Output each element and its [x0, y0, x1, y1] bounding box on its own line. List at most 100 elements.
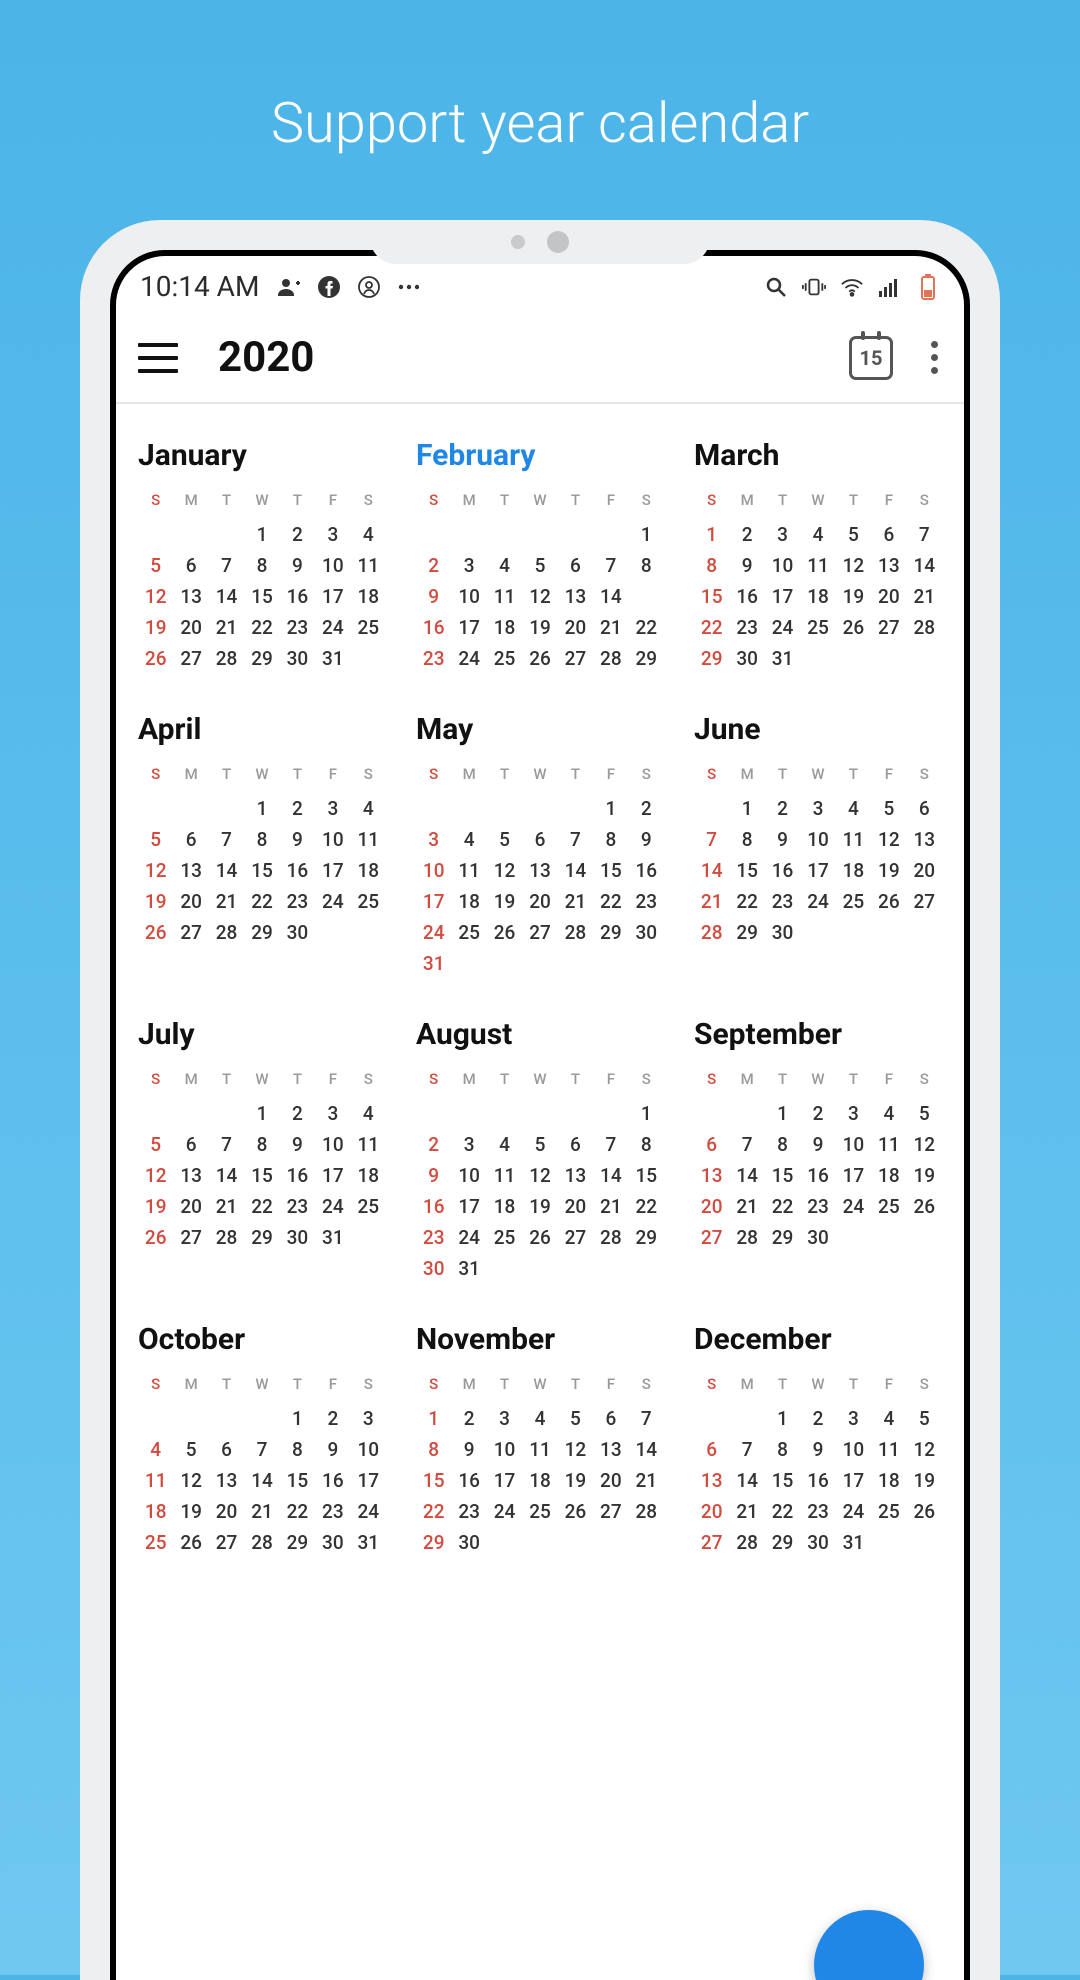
day-cell[interactable]: 9 — [416, 581, 451, 612]
day-cell[interactable]: 3 — [836, 1098, 871, 1129]
day-cell[interactable]: 21 — [209, 1191, 244, 1222]
day-cell[interactable]: 13 — [694, 1465, 729, 1496]
day-cell[interactable]: 26 — [487, 917, 522, 948]
day-cell[interactable]: 7 — [729, 1434, 764, 1465]
day-cell[interactable]: 2 — [629, 793, 664, 824]
day-cell[interactable]: 6 — [694, 1434, 729, 1465]
day-cell[interactable]: 29 — [593, 917, 628, 948]
day-cell[interactable]: 21 — [558, 886, 593, 917]
day-cell[interactable]: 16 — [629, 855, 664, 886]
day-cell[interactable]: 17 — [451, 1191, 486, 1222]
day-cell[interactable]: 26 — [138, 643, 173, 674]
day-cell[interactable]: 23 — [280, 612, 315, 643]
day-cell[interactable]: 24 — [836, 1496, 871, 1527]
day-cell[interactable]: 30 — [629, 917, 664, 948]
menu-icon[interactable] — [138, 343, 178, 373]
day-cell[interactable]: 1 — [280, 1403, 315, 1434]
day-cell[interactable]: 14 — [244, 1465, 279, 1496]
day-cell[interactable]: 22 — [765, 1496, 800, 1527]
day-cell[interactable]: 25 — [351, 612, 386, 643]
day-cell[interactable]: 16 — [315, 1465, 350, 1496]
day-cell[interactable]: 15 — [593, 855, 628, 886]
day-cell[interactable]: 27 — [907, 886, 942, 917]
day-cell[interactable]: 26 — [836, 612, 871, 643]
day-cell[interactable]: 22 — [280, 1496, 315, 1527]
day-cell[interactable]: 25 — [351, 886, 386, 917]
day-cell[interactable]: 29 — [765, 1222, 800, 1253]
day-cell[interactable]: 6 — [558, 1129, 593, 1160]
day-cell[interactable]: 22 — [694, 612, 729, 643]
day-cell[interactable]: 31 — [836, 1527, 871, 1558]
day-cell[interactable]: 9 — [416, 1160, 451, 1191]
month-block[interactable]: JulySMTWTFS00012345678910111213141516171… — [138, 1017, 386, 1284]
day-cell[interactable]: 12 — [487, 855, 522, 886]
day-cell[interactable]: 11 — [871, 1434, 906, 1465]
day-cell[interactable]: 4 — [138, 1434, 173, 1465]
day-cell[interactable]: 2 — [765, 793, 800, 824]
day-cell[interactable]: 22 — [593, 886, 628, 917]
day-cell[interactable]: 27 — [593, 1496, 628, 1527]
day-cell[interactable]: 14 — [209, 855, 244, 886]
day-cell[interactable]: 7 — [209, 824, 244, 855]
day-cell[interactable]: 9 — [765, 824, 800, 855]
day-cell[interactable]: 16 — [280, 855, 315, 886]
day-cell[interactable]: 6 — [173, 1129, 208, 1160]
day-cell[interactable]: 16 — [416, 612, 451, 643]
day-cell[interactable]: 21 — [593, 612, 628, 643]
day-cell[interactable]: 9 — [451, 1434, 486, 1465]
month-block[interactable]: DecemberSMTWTFS0012345678910111213141516… — [694, 1322, 942, 1558]
day-cell[interactable]: 20 — [522, 886, 557, 917]
day-cell[interactable]: 24 — [351, 1496, 386, 1527]
day-cell[interactable]: 19 — [138, 886, 173, 917]
day-cell[interactable]: 24 — [315, 612, 350, 643]
day-cell[interactable]: 8 — [694, 550, 729, 581]
day-cell[interactable]: 17 — [416, 886, 451, 917]
day-cell[interactable]: 22 — [629, 612, 664, 643]
day-cell[interactable]: 21 — [907, 581, 942, 612]
day-cell[interactable]: 16 — [800, 1160, 835, 1191]
day-cell[interactable]: 12 — [907, 1434, 942, 1465]
day-cell[interactable]: 28 — [209, 1222, 244, 1253]
day-cell[interactable]: 24 — [315, 886, 350, 917]
day-cell[interactable]: 2 — [800, 1098, 835, 1129]
day-cell[interactable]: 16 — [729, 581, 764, 612]
day-cell[interactable]: 5 — [907, 1098, 942, 1129]
day-cell[interactable]: 2 — [416, 1129, 451, 1160]
day-cell[interactable]: 9 — [280, 550, 315, 581]
day-cell[interactable]: 9 — [800, 1434, 835, 1465]
day-cell[interactable]: 5 — [522, 550, 557, 581]
day-cell[interactable]: 6 — [593, 1403, 628, 1434]
day-cell[interactable]: 14 — [593, 581, 628, 612]
day-cell[interactable]: 14 — [694, 855, 729, 886]
day-cell[interactable]: 8 — [765, 1129, 800, 1160]
day-cell[interactable]: 5 — [836, 519, 871, 550]
day-cell[interactable]: 11 — [487, 581, 522, 612]
day-cell[interactable]: 23 — [765, 886, 800, 917]
day-cell[interactable]: 18 — [451, 886, 486, 917]
day-cell[interactable]: 19 — [836, 581, 871, 612]
day-cell[interactable]: 9 — [315, 1434, 350, 1465]
day-cell[interactable]: 5 — [558, 1403, 593, 1434]
day-cell[interactable]: 25 — [522, 1496, 557, 1527]
day-cell[interactable]: 25 — [800, 612, 835, 643]
day-cell[interactable]: 29 — [629, 1222, 664, 1253]
day-cell[interactable]: 28 — [593, 1222, 628, 1253]
month-block[interactable]: JanuarySMTWTFS00012345678910111213141516… — [138, 438, 386, 674]
day-cell[interactable]: 6 — [209, 1434, 244, 1465]
day-cell[interactable]: 30 — [280, 643, 315, 674]
day-cell[interactable]: 27 — [209, 1527, 244, 1558]
day-cell[interactable]: 16 — [416, 1191, 451, 1222]
day-cell[interactable]: 6 — [694, 1129, 729, 1160]
day-cell[interactable]: 20 — [209, 1496, 244, 1527]
day-cell[interactable]: 27 — [694, 1222, 729, 1253]
day-cell[interactable]: 28 — [209, 643, 244, 674]
month-block[interactable]: FebruarySMTWTFS0000001234567891011121314… — [416, 438, 664, 674]
day-cell[interactable]: 22 — [244, 1191, 279, 1222]
day-cell[interactable]: 22 — [765, 1191, 800, 1222]
day-cell[interactable]: 8 — [593, 824, 628, 855]
day-cell[interactable]: 14 — [558, 855, 593, 886]
day-cell[interactable]: 30 — [416, 1253, 451, 1284]
day-cell[interactable]: 13 — [558, 581, 593, 612]
day-cell[interactable]: 10 — [800, 824, 835, 855]
day-cell[interactable]: 3 — [765, 519, 800, 550]
